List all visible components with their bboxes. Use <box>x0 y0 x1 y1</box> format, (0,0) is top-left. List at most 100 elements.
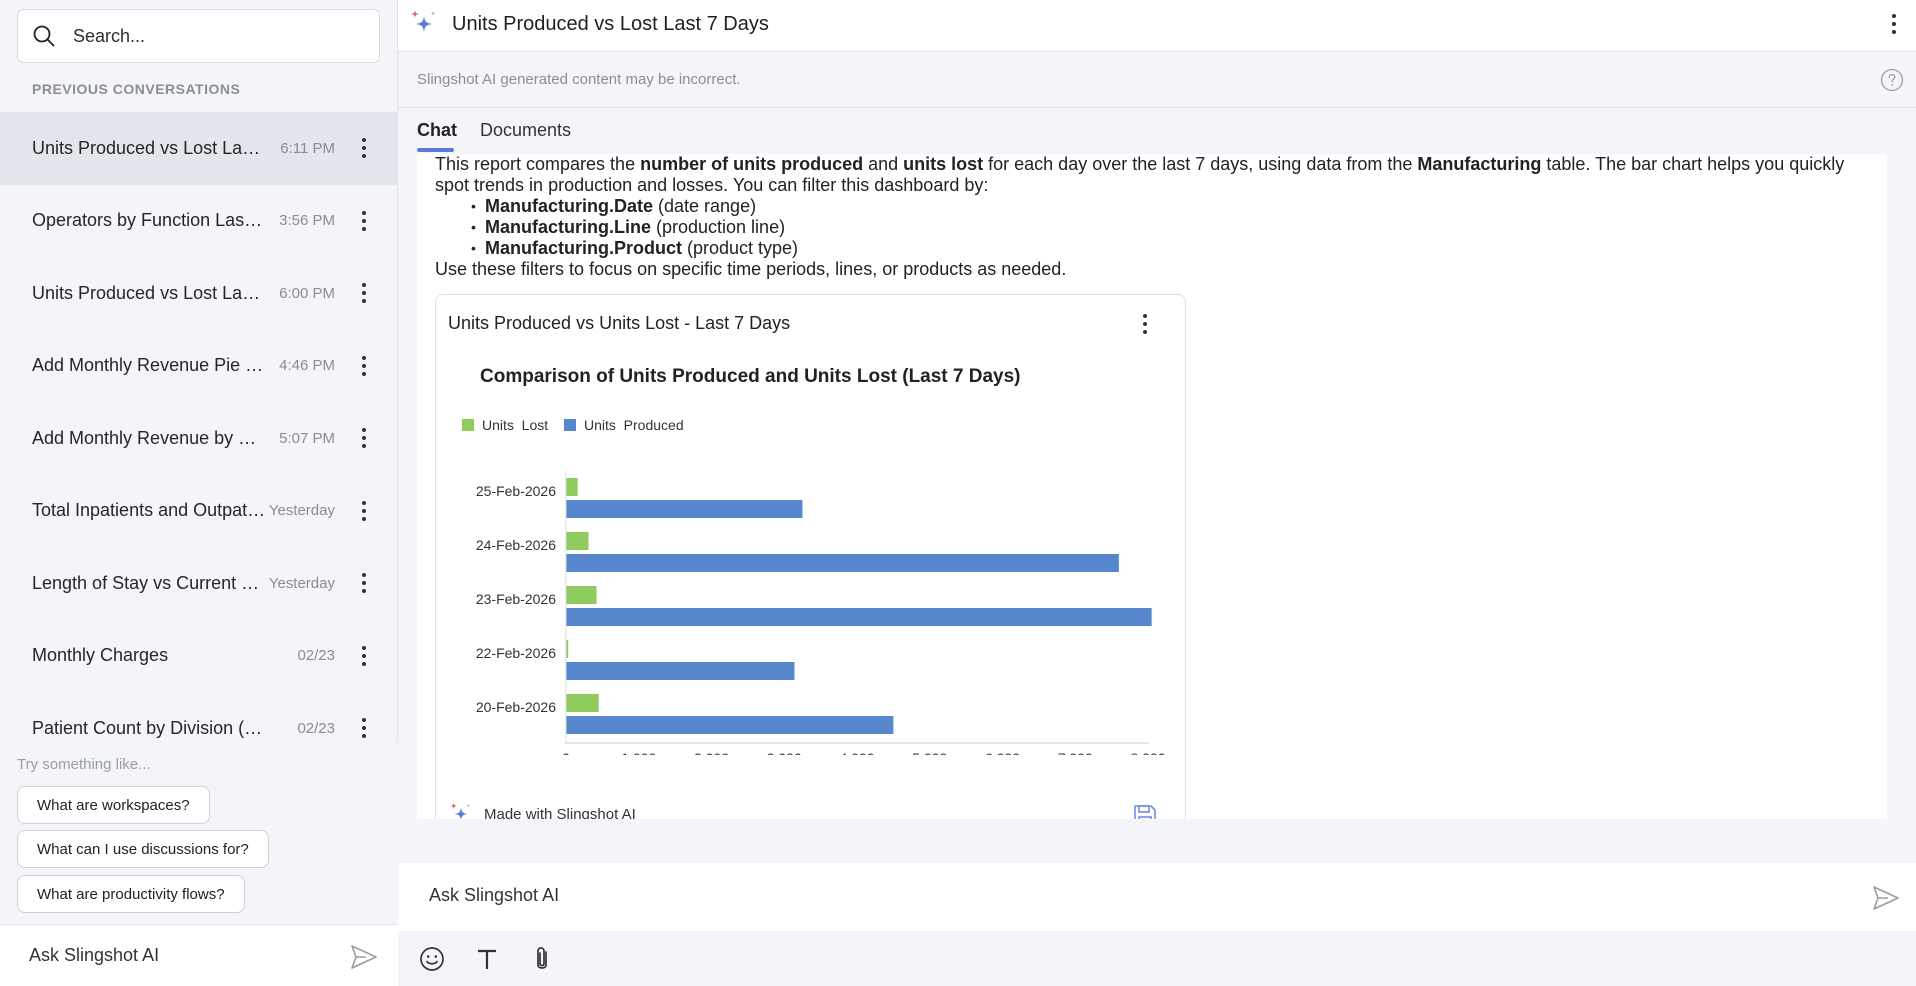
sidebar-ask-bar <box>0 924 398 986</box>
main-panel: Units Produced vs Lost Last 7 Days Sling… <box>398 0 1916 986</box>
category-label: 23-Feb-2026 <box>476 591 556 607</box>
tab-documents[interactable]: Documents <box>480 120 571 141</box>
text-format-icon[interactable] <box>473 945 501 973</box>
x-tick-label: 0 <box>562 750 570 755</box>
kebab-menu-icon[interactable] <box>354 207 374 235</box>
legend-label: Units Lost <box>482 417 548 433</box>
category-label: 20-Feb-2026 <box>476 699 556 715</box>
tab-chat[interactable]: Chat <box>417 120 457 141</box>
conversation-item[interactable]: Add Monthly Revenue by Product 5:07 PM <box>0 402 398 475</box>
chart-title: Comparison of Units Produced and Units L… <box>480 366 1021 387</box>
save-icon[interactable] <box>1132 803 1158 819</box>
send-icon[interactable] <box>1872 885 1900 911</box>
chart-card-title: Units Produced vs Units Lost - Last 7 Da… <box>448 313 791 333</box>
emoji-icon[interactable] <box>418 945 446 973</box>
conversation-title: Add Monthly Revenue by Product <box>32 427 267 448</box>
conversation-title: Units Produced vs Lost Last 7 Days <box>32 137 267 158</box>
conversation-title: Add Monthly Revenue Pie Chart <box>32 355 267 376</box>
conversation-item[interactable]: Length of Stay vs Current PatientsYester… <box>0 547 398 620</box>
conversation-time: 6:11 PM <box>280 139 335 157</box>
search-icon <box>33 25 55 47</box>
category-label: 25-Feb-2026 <box>476 483 556 499</box>
bar <box>566 586 597 604</box>
kebab-menu-icon[interactable] <box>354 352 374 380</box>
suggestion-chip[interactable]: What are workspaces? <box>17 786 210 824</box>
tab-bar: Chat Documents <box>398 109 1916 154</box>
suggestion-chip[interactable]: What can I use discussions for? <box>17 830 269 868</box>
try-something-label: Try something like... <box>17 756 151 773</box>
conversation-title: Operators by Function Last 7 Days <box>32 210 267 231</box>
bar <box>566 608 1152 626</box>
disclaimer-text: Slingshot AI generated content may be in… <box>417 71 741 88</box>
legend-swatch <box>564 419 576 431</box>
kebab-menu-icon[interactable] <box>354 569 374 597</box>
sidebar-ask-input[interactable] <box>29 945 329 966</box>
message-text: and <box>863 154 904 174</box>
ai-message: This report compares the number of units… <box>435 154 1875 280</box>
disclaimer-bar: Slingshot AI generated content may be in… <box>398 53 1916 108</box>
bar <box>566 500 803 518</box>
search-input[interactable] <box>73 25 353 47</box>
conversation-item[interactable]: Units Produced vs Lost Last 7 Days 6:11 P… <box>0 112 398 185</box>
bar <box>566 662 795 680</box>
filter-field: Manufacturing.Line <box>485 217 651 237</box>
conversation-time: Yesterday <box>268 502 335 520</box>
message-bold-text: number of units produced <box>640 154 864 174</box>
category-label: 22-Feb-2026 <box>476 645 556 661</box>
filter-item: Manufacturing.Line (production line) <box>435 217 1875 238</box>
suggestions-panel: Try something like... What are workspace… <box>0 742 398 924</box>
search-box[interactable] <box>17 9 380 63</box>
help-icon[interactable] <box>1880 68 1904 92</box>
kebab-menu-icon[interactable] <box>354 642 374 670</box>
filter-field: Manufacturing.Product <box>485 238 682 258</box>
kebab-menu-icon[interactable] <box>354 714 374 742</box>
x-tick-label: 8,000 <box>1130 750 1165 755</box>
category-label: 24-Feb-2026 <box>476 537 556 553</box>
conversation-time: 3:56 PM <box>279 212 335 230</box>
sparkle-icon <box>450 802 471 819</box>
conversation-item[interactable]: Operators by Function Last 7 Days 3:56 PM <box>0 185 398 258</box>
conversation-time: Yesterday <box>268 574 335 592</box>
conversation-title: Monthly Charges <box>32 645 169 666</box>
ask-input[interactable] <box>429 885 1629 906</box>
bar <box>566 554 1119 572</box>
chart-card: Units Produced vs Units Lost - Last 7 Da… <box>435 294 1186 819</box>
attachment-icon[interactable] <box>528 945 556 973</box>
previous-conversations-heading: PREVIOUS CONVERSATIONS <box>32 81 241 97</box>
conversation-item[interactable]: Total Inpatients and Outpatients Yesterda… <box>0 475 398 548</box>
made-with-label: Made with Slingshot AI <box>484 805 636 820</box>
kebab-menu-icon[interactable] <box>354 279 374 307</box>
message-text: for each day over the last 7 days, using… <box>983 154 1418 174</box>
filter-desc: (date range) <box>653 196 757 216</box>
bar-chart: Comparison of Units Produced and Units L… <box>462 366 1166 755</box>
message-paragraph: Use these filters to focus on specific t… <box>435 259 1067 279</box>
conversation-item[interactable]: Units Produced vs Lost Last 7 Days 6:00 P… <box>0 257 398 330</box>
kebab-menu-icon[interactable] <box>1884 10 1904 38</box>
conversation-item[interactable]: Add Monthly Revenue Pie Chart 4:46 PM <box>0 330 398 403</box>
x-tick-label: 7,000 <box>1058 750 1093 755</box>
sparkle-icon <box>411 10 436 32</box>
kebab-menu-icon[interactable] <box>354 134 374 162</box>
message-bold-text: units lost <box>903 154 984 174</box>
conversation-title: Patient Count by Division (Last 7 Days) <box>32 717 267 738</box>
active-tab-indicator <box>417 148 454 152</box>
message-bold-text: Manufacturing <box>1417 154 1542 174</box>
conversation-title: Units Produced vs Lost Last 7 Days <box>32 282 267 303</box>
conversation-item[interactable]: Patient Count by Division (Last 7 Days) 0… <box>0 692 398 742</box>
page-title: Units Produced vs Lost Last 7 Days <box>452 13 769 35</box>
conversation-list: Units Produced vs Lost Last 7 Days 6:11 P… <box>0 112 398 742</box>
kebab-menu-icon[interactable] <box>1135 310 1155 338</box>
header-bar: Units Produced vs Lost Last 7 Days <box>398 0 1916 52</box>
kebab-menu-icon[interactable] <box>354 424 374 452</box>
filter-field: Manufacturing.Date <box>485 196 654 216</box>
send-icon[interactable] <box>350 944 378 970</box>
conversation-item[interactable]: Monthly Charges 02/23 <box>0 620 398 693</box>
x-tick-label: 5,000 <box>912 750 947 755</box>
suggestion-chip[interactable]: What are productivity flows? <box>17 875 245 913</box>
filter-desc: (product type) <box>682 238 799 258</box>
conversation-title: Length of Stay vs Current Patients <box>32 572 267 593</box>
message-text: This report compares the <box>435 154 641 174</box>
kebab-menu-icon[interactable] <box>354 497 374 525</box>
x-tick-label: 6,000 <box>985 750 1020 755</box>
filter-item: Manufacturing.Product (product type) <box>435 238 1875 259</box>
